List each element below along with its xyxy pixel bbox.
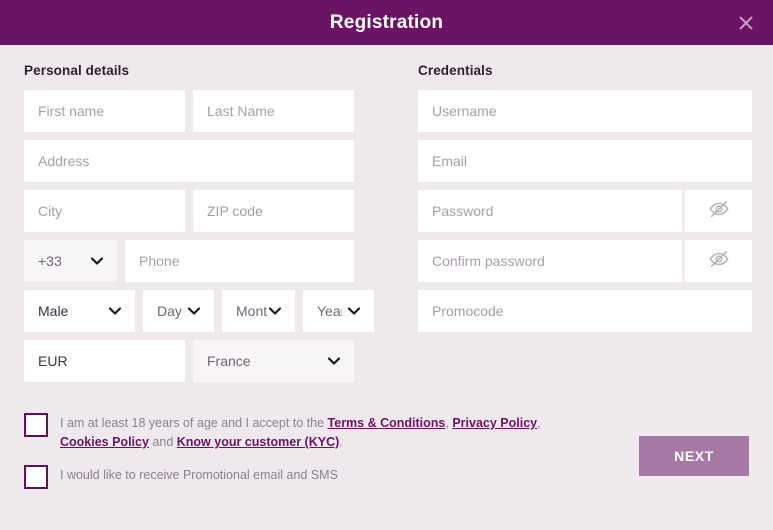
email-input[interactable]: [418, 140, 752, 182]
age-terms-text: I am at least 18 years of age and I acce…: [60, 412, 584, 452]
city-zip-row: [24, 190, 354, 232]
birth-day-value: Day: [157, 303, 182, 319]
personal-details-heading: Personal details: [24, 63, 130, 78]
chevron-down-icon: [85, 257, 103, 265]
cookies-policy-link[interactable]: Cookies Policy: [60, 435, 149, 449]
modal-titlebar: Registration: [0, 0, 773, 45]
address-row: [24, 140, 354, 182]
age-terms-consent-row: I am at least 18 years of age and I acce…: [24, 412, 584, 452]
credentials-column: Credentials: [418, 63, 752, 390]
consent-area: I am at least 18 years of age and I acce…: [0, 412, 773, 501]
page-title: Registration: [329, 11, 444, 33]
birth-year-select[interactable]: Year: [303, 290, 374, 332]
gender-select[interactable]: Male: [24, 290, 135, 332]
chevron-down-icon: [268, 307, 281, 315]
eye-off-icon: [708, 248, 730, 275]
address-input[interactable]: [24, 140, 354, 182]
gender-value: Male: [38, 303, 69, 319]
birth-day-select[interactable]: Day: [143, 290, 214, 332]
age-terms-checkbox[interactable]: [24, 413, 48, 437]
name-row: [24, 90, 354, 132]
country-select[interactable]: France: [193, 340, 354, 382]
chevron-down-icon: [342, 307, 360, 315]
currency-country-row: EUR France: [24, 340, 354, 382]
registration-form: Personal details +33: [0, 45, 773, 390]
password-visibility-toggle[interactable]: [685, 190, 752, 232]
phone-country-code-select[interactable]: +33: [24, 240, 117, 282]
promocode-input[interactable]: [418, 290, 752, 332]
confirm-password-input[interactable]: [418, 240, 682, 282]
credentials-heading: Credentials: [418, 63, 493, 78]
eye-off-icon: [708, 198, 730, 225]
phone-country-code-value: +33: [38, 253, 62, 269]
birth-year-value: Year: [317, 303, 342, 319]
gender-birthdate-row: Male Day Month: [24, 290, 374, 332]
username-input[interactable]: [418, 90, 752, 132]
username-row: [418, 90, 752, 132]
phone-row: +33: [24, 240, 354, 282]
privacy-policy-link[interactable]: Privacy Policy: [452, 416, 537, 430]
next-button[interactable]: NEXT: [639, 436, 749, 476]
password-input[interactable]: [418, 190, 682, 232]
last-name-input[interactable]: [193, 90, 354, 132]
phone-input[interactable]: [125, 240, 354, 282]
terms-and-conditions-link[interactable]: Terms & Conditions: [328, 416, 446, 430]
promotional-consent-row: I would like to receive Promotional emai…: [24, 464, 584, 489]
country-value: France: [207, 353, 251, 369]
currency-value: EUR: [38, 353, 68, 369]
currency-field[interactable]: EUR: [24, 340, 185, 382]
password-row: [418, 190, 752, 232]
chevron-down-icon: [322, 357, 340, 365]
confirm-password-row: [418, 240, 752, 282]
consent-comma-2: ,: [537, 416, 541, 430]
kyc-link[interactable]: Know your customer (KYC): [177, 435, 340, 449]
personal-details-column: Personal details +33: [24, 63, 374, 390]
birth-month-select[interactable]: Month: [222, 290, 295, 332]
consent-list: I am at least 18 years of age and I acce…: [24, 412, 584, 501]
chevron-down-icon: [103, 307, 121, 315]
promocode-row: [418, 290, 752, 332]
email-row: [418, 140, 752, 182]
consent-period: .: [339, 435, 343, 449]
confirm-password-visibility-toggle[interactable]: [685, 240, 752, 282]
birth-month-value: Month: [236, 303, 268, 319]
consent-and: and: [148, 435, 177, 449]
zip-code-input[interactable]: [193, 190, 354, 232]
city-input[interactable]: [24, 190, 185, 232]
age-terms-prefix: I am at least 18 years of age and I acce…: [60, 416, 328, 430]
chevron-down-icon: [182, 307, 200, 315]
close-icon[interactable]: [731, 8, 761, 38]
promotional-checkbox[interactable]: [24, 465, 48, 489]
promotional-text: I would like to receive Promotional emai…: [60, 468, 338, 482]
first-name-input[interactable]: [24, 90, 185, 132]
